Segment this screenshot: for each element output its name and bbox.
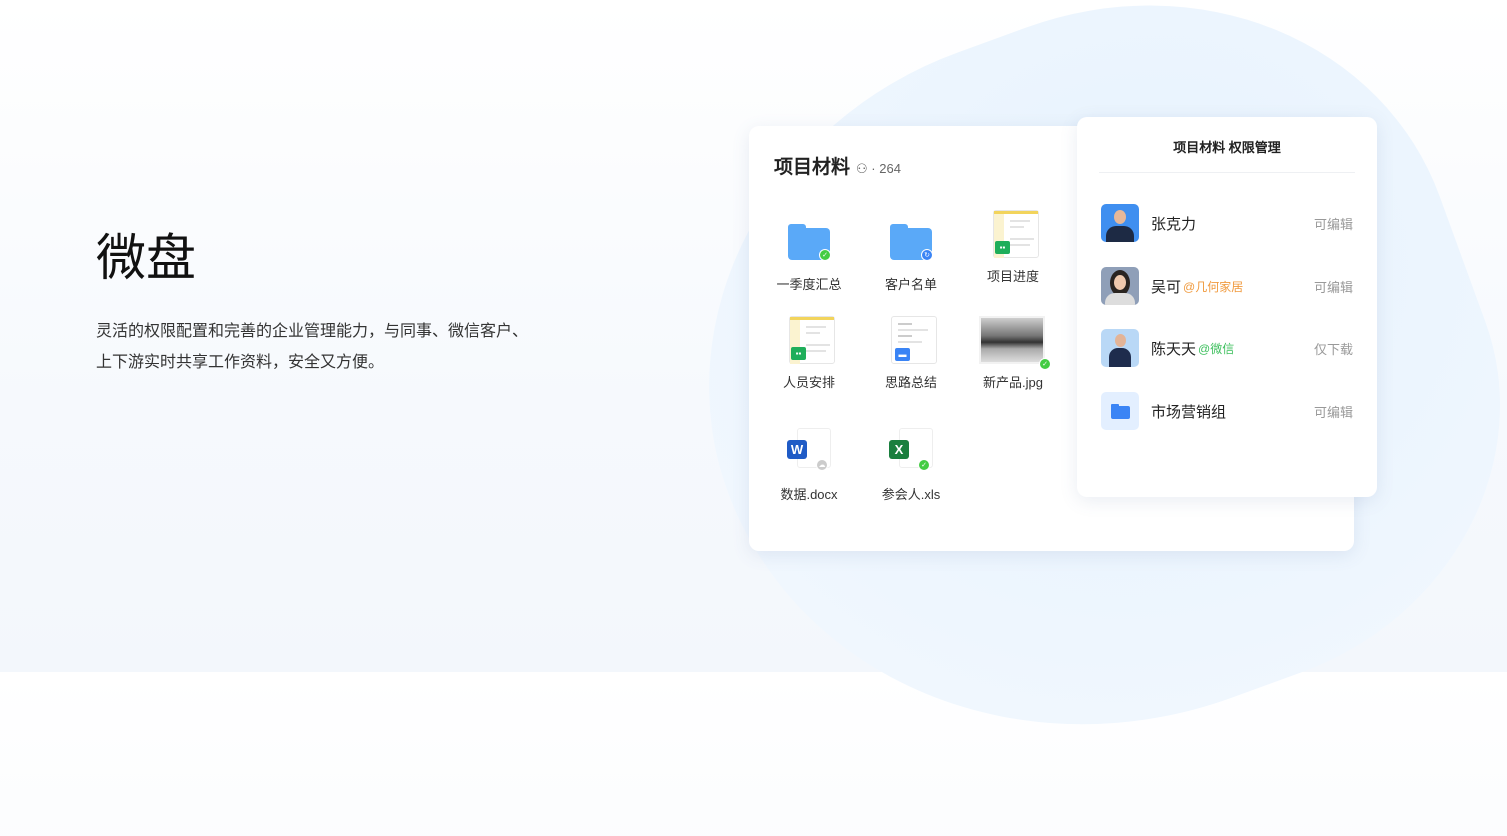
check-icon: ✓ bbox=[918, 459, 930, 471]
file-item[interactable]: ▪▪ 人员安排 bbox=[759, 316, 859, 391]
check-icon: ✓ bbox=[819, 249, 831, 261]
file-label: 新产品.jpg bbox=[983, 375, 1043, 390]
avatar bbox=[1101, 267, 1139, 305]
member-count: ⚇ · 264 bbox=[856, 161, 901, 177]
avatar bbox=[1101, 329, 1139, 367]
member-count-value: · 264 bbox=[871, 161, 901, 176]
avatar bbox=[1101, 204, 1139, 242]
image-thumbnail bbox=[979, 316, 1045, 364]
file-label: 数据.docx bbox=[780, 487, 838, 502]
sheet-icon: ▪▪ bbox=[789, 316, 835, 364]
permissions-title: 项目材料 权限管理 bbox=[1173, 140, 1281, 155]
page-title: 微盘 bbox=[96, 230, 196, 286]
permission-row[interactable]: 张克力 可编辑 bbox=[1101, 204, 1353, 242]
description-line: 灵活的权限配置和完善的企业管理能力，与同事、微信客户、 bbox=[96, 323, 529, 340]
sync-icon: ↻ bbox=[921, 249, 933, 261]
file-item[interactable]: W ☁ 数据.docx bbox=[759, 428, 859, 503]
member-name: 吴可 bbox=[1151, 278, 1182, 296]
permissions-card: 项目材料 权限管理 张克力 可编辑 吴可 @几何家居 可编辑 陈天天 @微信 仅… bbox=[1077, 117, 1377, 497]
member-org: @几何家居 bbox=[1183, 279, 1244, 294]
permission-dropdown[interactable]: 可编辑 bbox=[1314, 277, 1353, 296]
group-name: 市场营销组 bbox=[1151, 403, 1227, 421]
permission-row[interactable]: 陈天天 @微信 仅下载 bbox=[1101, 329, 1353, 367]
permission-dropdown[interactable]: 可编辑 bbox=[1314, 402, 1353, 421]
member-name: 张克力 bbox=[1151, 215, 1197, 233]
cloud-icon: ☁ bbox=[816, 459, 828, 471]
file-item[interactable]: ↻ 客户名单 bbox=[861, 218, 961, 293]
file-item[interactable]: ✓ 一季度汇总 bbox=[759, 218, 859, 293]
file-label: 参会人.xls bbox=[881, 487, 941, 502]
files-header: 项目材料 ⚇ · 264 bbox=[774, 152, 901, 179]
group-folder-icon bbox=[1101, 392, 1139, 430]
file-item[interactable]: ▪▪ 项目进度 bbox=[963, 210, 1063, 285]
file-label: 思路总结 bbox=[884, 375, 937, 390]
description-line: 上下游实时共享工作资料，安全又方便。 bbox=[96, 354, 385, 371]
excel-icon: X bbox=[889, 440, 909, 459]
word-icon: W bbox=[787, 440, 807, 459]
member-org: @微信 bbox=[1198, 341, 1235, 356]
folder-title: 项目材料 bbox=[774, 157, 851, 178]
file-item[interactable]: ✓ 新产品.jpg bbox=[963, 316, 1063, 391]
check-icon: ✓ bbox=[1039, 358, 1051, 370]
page-description: 灵活的权限配置和完善的企业管理能力，与同事、微信客户、 上下游实时共享工作资料，… bbox=[96, 316, 576, 378]
members-icon: ⚇ bbox=[856, 161, 868, 176]
file-item[interactable]: ▬ 思路总结 bbox=[861, 316, 961, 391]
divider bbox=[1099, 172, 1355, 173]
file-item[interactable]: X ✓ 参会人.xls bbox=[861, 428, 961, 503]
permission-row[interactable]: 吴可 @几何家居 可编辑 bbox=[1101, 267, 1353, 305]
permission-dropdown[interactable]: 仅下载 bbox=[1314, 339, 1353, 358]
file-label: 客户名单 bbox=[884, 277, 937, 292]
member-name: 陈天天 bbox=[1151, 340, 1197, 358]
sheet-icon: ▪▪ bbox=[993, 210, 1039, 258]
permission-dropdown[interactable]: 可编辑 bbox=[1314, 214, 1353, 233]
file-label: 人员安排 bbox=[782, 375, 835, 390]
file-label: 一季度汇总 bbox=[776, 277, 842, 292]
doc-icon: ▬ bbox=[891, 316, 937, 364]
file-label: 项目进度 bbox=[986, 269, 1039, 284]
permission-row[interactable]: 市场营销组 可编辑 bbox=[1101, 392, 1353, 430]
